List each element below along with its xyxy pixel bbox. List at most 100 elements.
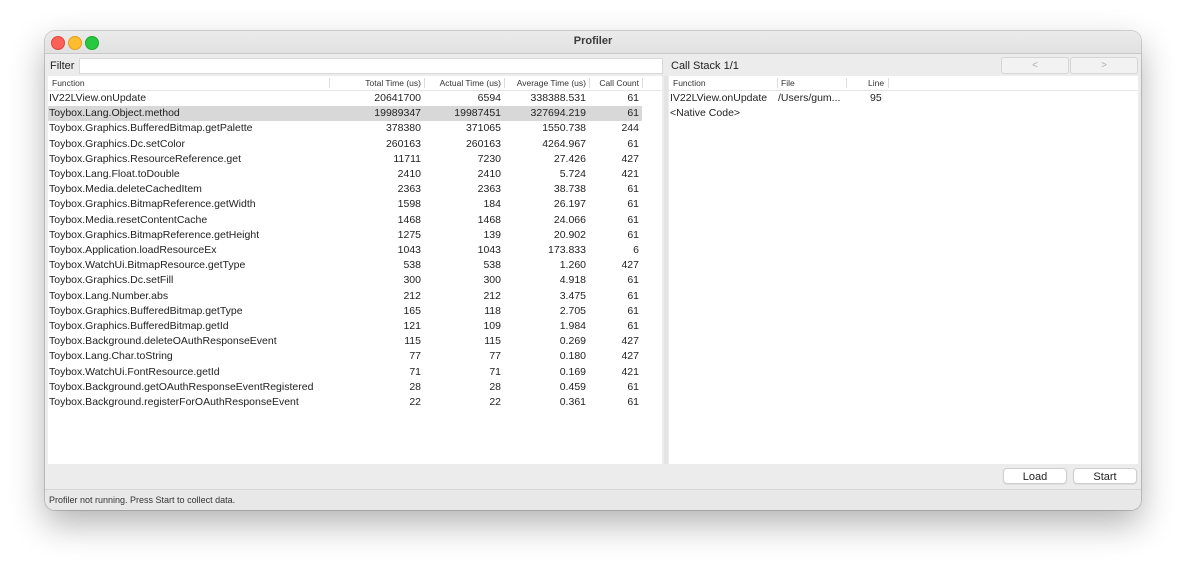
cell-total-time: 2363 bbox=[397, 183, 421, 196]
cell-total-time: 22 bbox=[409, 396, 421, 408]
cell-total-time: 1275 bbox=[397, 228, 421, 241]
table-row[interactable]: Toybox.WatchUi.FontResource.getId 71 71 0.1… bbox=[48, 365, 642, 380]
load-button[interactable]: Load bbox=[1003, 468, 1067, 484]
table-row[interactable]: Toybox.Graphics.BufferedBitmap.getType 16… bbox=[48, 304, 642, 319]
call-stack-row[interactable]: IV22LView.onUpdate/Users/gum... 95 bbox=[669, 91, 1138, 106]
table-row[interactable]: IV22LView.onUpdate 20641700 6594 338388.531… bbox=[48, 91, 642, 106]
profiler-window: Profiler Filter Function Total Time (us)… bbox=[45, 31, 1141, 510]
table-row[interactable]: Toybox.Lang.Number.abs 212 212 3.475 61 bbox=[48, 289, 642, 304]
cell-average-time: 1.260 bbox=[559, 259, 586, 272]
pane-splitter[interactable] bbox=[664, 76, 668, 464]
cell-average-time: 0.459 bbox=[559, 380, 586, 393]
cell-function: Toybox.Graphics.BitmapReference.getHeigh… bbox=[49, 228, 260, 241]
column-divider[interactable] bbox=[846, 78, 847, 88]
cell-call-count: 421 bbox=[621, 365, 639, 378]
table-row[interactable]: Toybox.Graphics.BufferedBitmap.getPalett… bbox=[48, 121, 642, 136]
functions-table-header: Function Total Time (us) Actual Time (us… bbox=[48, 76, 662, 91]
call-stack-label: Call Stack 1/1 bbox=[671, 60, 739, 72]
table-row[interactable]: Toybox.Media.deleteCachedItem 2363 2363 38.… bbox=[48, 182, 642, 197]
cell-actual-time: 22 bbox=[489, 396, 501, 408]
column-header-average-time[interactable]: Average Time (us) bbox=[517, 78, 586, 88]
table-row[interactable]: Toybox.Lang.Char.toString 77 77 0.180 427 bbox=[48, 349, 642, 364]
table-row[interactable]: Toybox.Application.loadResourceEx 1043 104… bbox=[48, 243, 642, 258]
window-title: Profiler bbox=[573, 35, 613, 47]
cell-actual-time: 71 bbox=[489, 365, 501, 378]
cell-average-time: 26.197 bbox=[553, 198, 586, 211]
cell-call-count: 61 bbox=[627, 396, 639, 408]
action-bar bbox=[45, 466, 1141, 488]
cell-average-time: 0.269 bbox=[559, 335, 586, 348]
start-button[interactable]: Start bbox=[1073, 468, 1137, 484]
table-row[interactable]: Toybox.WatchUi.BitmapResource.getType 538… bbox=[48, 258, 642, 273]
cell-call-count: 61 bbox=[627, 228, 639, 241]
column-divider[interactable] bbox=[888, 78, 889, 88]
cell-actual-time: 538 bbox=[483, 259, 501, 272]
cell-function: IV22LView.onUpdate bbox=[49, 92, 147, 104]
column-divider[interactable] bbox=[589, 78, 590, 88]
cell-function: Toybox.Graphics.Dc.setColor bbox=[49, 137, 185, 150]
filter-input[interactable] bbox=[79, 58, 663, 74]
table-row[interactable]: Toybox.Lang.Object.method 19989347 1998745… bbox=[48, 106, 642, 122]
column-divider[interactable] bbox=[642, 78, 643, 88]
cell-total-time: 378380 bbox=[385, 122, 421, 135]
cell-line: 95 bbox=[870, 92, 882, 104]
cell-call-count: 61 bbox=[627, 198, 639, 211]
status-bar: Profiler not running. Press Start to col… bbox=[45, 489, 1141, 510]
cell-call-count: 421 bbox=[621, 168, 639, 180]
cell-actual-time: 2363 bbox=[477, 183, 501, 196]
column-header-call-count[interactable]: Call Count bbox=[599, 78, 639, 88]
cell-function: Toybox.Lang.Float.toDouble bbox=[49, 168, 180, 180]
cell-actual-time: 300 bbox=[483, 274, 501, 287]
cell-function: Toybox.Graphics.BufferedBitmap.getId bbox=[49, 320, 229, 332]
next-stack-button[interactable]: > bbox=[1070, 57, 1138, 74]
cell-actual-time: 7230 bbox=[477, 152, 501, 165]
call-stack-row[interactable]: <Native Code> bbox=[669, 106, 1138, 121]
cell-total-time: 19989347 bbox=[374, 107, 421, 120]
cell-actual-time: 118 bbox=[484, 304, 501, 317]
column-divider[interactable] bbox=[424, 78, 425, 88]
cell-call-count: 427 bbox=[621, 259, 639, 272]
cell-average-time: 338388.531 bbox=[530, 92, 586, 104]
column-header-actual-time[interactable]: Actual Time (us) bbox=[440, 78, 501, 88]
table-row[interactable]: Toybox.Lang.Float.toDouble 2410 2410 5.724 4… bbox=[48, 167, 642, 182]
cell-total-time: 11711 bbox=[393, 152, 421, 165]
cell-actual-time: 1468 bbox=[477, 213, 501, 226]
table-row[interactable]: Toybox.Graphics.BitmapReference.getHeigh… bbox=[48, 228, 642, 243]
cell-total-time: 28 bbox=[409, 380, 421, 393]
cell-call-count: 6 bbox=[633, 244, 639, 256]
column-header-total-time[interactable]: Total Time (us) bbox=[365, 78, 421, 88]
cell-total-time: 1468 bbox=[397, 213, 421, 226]
column-header-function[interactable]: Function bbox=[673, 78, 706, 88]
table-row[interactable]: Toybox.Media.resetContentCache 1468 1468 24… bbox=[48, 213, 642, 228]
column-header-function[interactable]: Function bbox=[52, 78, 85, 88]
table-row[interactable]: Toybox.Background.getOAuthResponseEventR… bbox=[48, 380, 642, 395]
column-header-file[interactable]: File bbox=[781, 78, 795, 88]
cell-average-time: 0.180 bbox=[559, 350, 586, 363]
cell-average-time: 1.984 bbox=[559, 320, 586, 332]
column-header-line[interactable]: Line bbox=[868, 78, 884, 88]
cell-function: Toybox.Graphics.BufferedBitmap.getPalett… bbox=[49, 122, 253, 135]
cell-function: Toybox.WatchUi.FontResource.getId bbox=[49, 365, 220, 378]
column-divider[interactable] bbox=[777, 78, 778, 88]
table-row[interactable]: Toybox.Graphics.Dc.setFill 300 300 4.918 61 bbox=[48, 273, 642, 288]
cell-total-time: 260163 bbox=[385, 137, 421, 150]
table-row[interactable]: Toybox.Graphics.Dc.setColor 260163 260163 4… bbox=[48, 137, 642, 152]
cell-function: <Native Code> bbox=[670, 107, 741, 120]
cell-call-count: 61 bbox=[627, 137, 639, 150]
cell-function: Toybox.Background.registerForOAuthRespon… bbox=[49, 396, 299, 408]
cell-average-time: 4264.967 bbox=[542, 137, 586, 150]
column-divider[interactable] bbox=[329, 78, 330, 88]
cell-average-time: 327694.219 bbox=[530, 107, 586, 120]
table-row[interactable]: Toybox.Graphics.BufferedBitmap.getId 121 1… bbox=[48, 319, 642, 334]
previous-stack-button[interactable]: < bbox=[1001, 57, 1069, 74]
column-divider[interactable] bbox=[504, 78, 505, 88]
table-row[interactable]: Toybox.Graphics.BitmapReference.getWidth… bbox=[48, 197, 642, 212]
table-row[interactable]: Toybox.Background.deleteOAuthResponseEve… bbox=[48, 334, 642, 349]
cell-call-count: 244 bbox=[621, 122, 639, 135]
cell-average-time: 27.426 bbox=[553, 152, 586, 165]
table-row[interactable]: Toybox.Background.registerForOAuthRespon… bbox=[48, 395, 642, 410]
cell-function: Toybox.Application.loadResourceEx bbox=[49, 244, 217, 256]
table-row[interactable]: Toybox.Graphics.ResourceReference.get 117… bbox=[48, 152, 642, 167]
cell-call-count: 427 bbox=[621, 350, 639, 363]
cell-average-time: 0.169 bbox=[559, 365, 586, 378]
